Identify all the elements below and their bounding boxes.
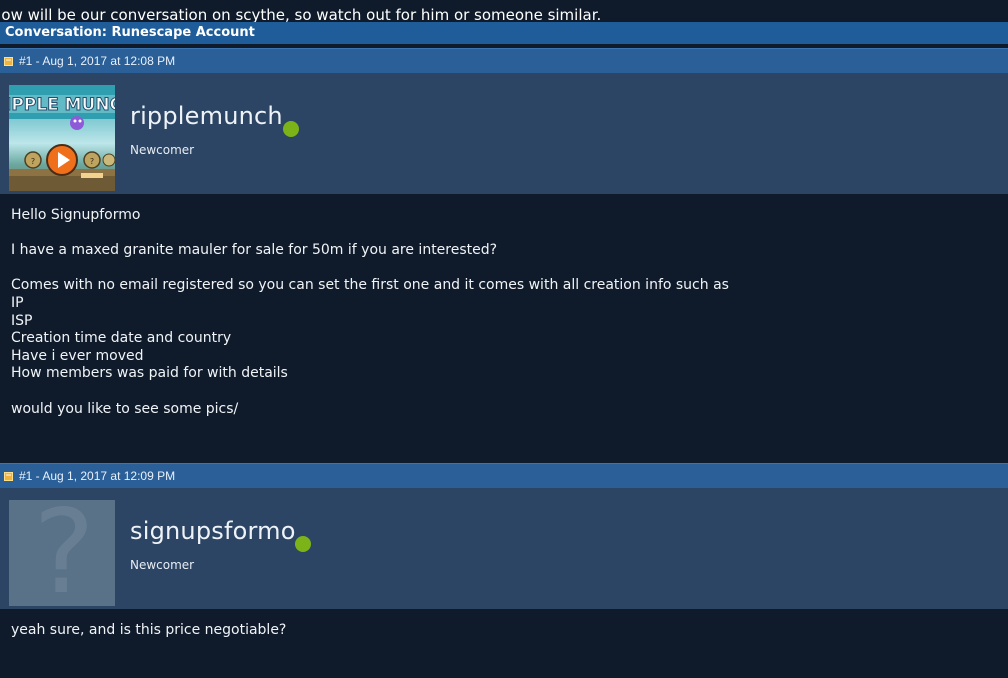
username[interactable]: ripplemunch: [130, 102, 283, 130]
online-status-icon: [295, 536, 311, 552]
game-logo-avatar: IPPLE MUNC ? ?: [9, 85, 115, 191]
username[interactable]: signupsformo: [130, 517, 296, 545]
user-block: IPPLE MUNC ? ? ripplemunch Newcomer: [0, 73, 1008, 194]
user-avatar[interactable]: IPPLE MUNC ? ?: [9, 85, 115, 191]
user-block: ? signupsformo Newcomer: [0, 488, 1008, 609]
message-body: yeah sure, and is this price negotiable?: [11, 622, 991, 640]
conversation-header: Conversation: Runescape Account: [0, 22, 1008, 44]
post-meta[interactable]: #1 - Aug 1, 2017 at 12:08 PM: [19, 49, 175, 73]
avatar-logo-text: IPPLE MUNC: [9, 95, 115, 115]
post-icon: [4, 472, 13, 481]
conversation-title: Conversation: Runescape Account: [5, 25, 255, 40]
intro-text: elow will be our conversation on scythe,…: [0, 0, 1008, 23]
avatar-placeholder-glyph: ?: [33, 500, 95, 606]
default-avatar-icon: ?: [9, 500, 115, 606]
post-meta[interactable]: #1 - Aug 1, 2017 at 12:09 PM: [19, 464, 175, 488]
svg-text:?: ?: [90, 157, 94, 166]
intro-text-content: elow will be our conversation on scythe,…: [0, 6, 602, 23]
user-rank: Newcomer: [130, 558, 195, 572]
user-rank: Newcomer: [130, 143, 195, 157]
post-bar: #1 - Aug 1, 2017 at 12:08 PM: [0, 48, 1008, 73]
post-bar: #1 - Aug 1, 2017 at 12:09 PM: [0, 463, 1008, 488]
message-text: yeah sure, and is this price negotiable?: [11, 622, 287, 638]
message-text: Hello Signupformo I have a maxed granite…: [11, 207, 729, 417]
online-status-icon: [283, 121, 299, 137]
user-avatar[interactable]: ?: [9, 500, 115, 606]
message-body: Hello Signupformo I have a maxed granite…: [11, 207, 991, 418]
svg-text:?: ?: [31, 157, 35, 166]
post-icon: [4, 57, 13, 66]
